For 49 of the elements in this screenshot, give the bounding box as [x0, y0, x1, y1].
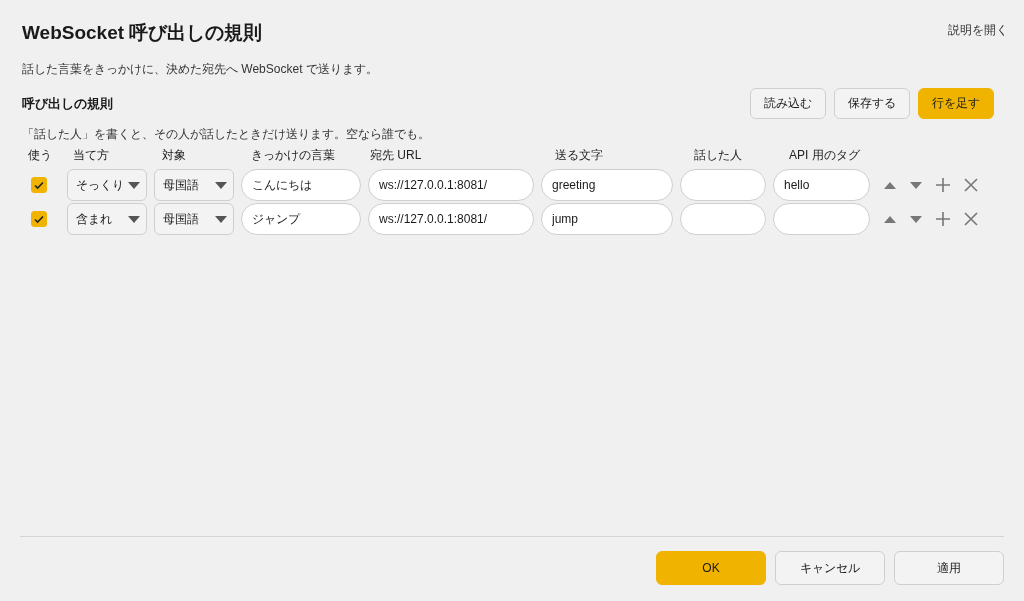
move-down-icon[interactable]	[910, 181, 922, 189]
send-text-field[interactable]: jump	[541, 203, 673, 235]
plus-icon[interactable]	[936, 212, 950, 226]
column-header: きっかけの言葉	[250, 147, 336, 164]
window-title: WebSocket 呼び出しの規則	[22, 21, 263, 45]
description-text: 話した言葉をきっかけに、決めた宛先へ WebSocket で送ります。	[22, 61, 379, 78]
target-dropdown[interactable]: 母国語	[154, 203, 234, 235]
tag-field[interactable]: hello	[773, 169, 870, 201]
trigger-field[interactable]: ジャンプ	[241, 203, 361, 235]
dialog-button[interactable]: OK	[656, 551, 766, 585]
caret-icon	[215, 215, 227, 223]
dialog-button[interactable]: キャンセル	[775, 551, 885, 585]
check-icon	[33, 179, 45, 191]
caret-icon	[215, 181, 227, 189]
toolbar-button[interactable]: 読み込む	[750, 88, 826, 119]
speaker-field[interactable]	[680, 169, 766, 201]
target-dropdown[interactable]: 母国語	[154, 169, 234, 201]
tag-field[interactable]	[773, 203, 870, 235]
column-header: 使う	[27, 147, 53, 164]
trigger-field[interactable]: こんにちは	[241, 169, 361, 201]
url-field[interactable]: ws://127.0.0.1:8081/	[368, 203, 534, 235]
help-link[interactable]: 説明を開く	[948, 22, 1008, 39]
caret-icon	[128, 215, 140, 223]
hint-text: 「話した人」を書くと、その人が話したときだけ送ります。空なら誰でも。	[22, 126, 431, 143]
toolbar-button[interactable]: 保存する	[834, 88, 910, 119]
dialog-button[interactable]: 適用	[894, 551, 1004, 585]
check-icon	[33, 213, 45, 225]
close-icon[interactable]	[964, 178, 978, 192]
column-header: 話した人	[693, 147, 743, 164]
plus-icon[interactable]	[936, 178, 950, 192]
move-up-icon[interactable]	[884, 181, 896, 189]
column-header: 送る文字	[554, 147, 604, 164]
speaker-field[interactable]	[680, 203, 766, 235]
url-field[interactable]: ws://127.0.0.1:8081/	[368, 169, 534, 201]
checkbox[interactable]	[31, 177, 47, 193]
toolbar-button[interactable]: 行を足す	[918, 88, 994, 119]
section-title: 呼び出しの規則	[22, 94, 113, 113]
column-header: 対象	[161, 147, 187, 164]
column-header: 宛先 URL	[369, 147, 423, 164]
column-header: API 用のタグ	[788, 147, 861, 164]
close-icon[interactable]	[964, 212, 978, 226]
send-text-field[interactable]: greeting	[541, 169, 673, 201]
checkbox[interactable]	[31, 211, 47, 227]
match-dropdown[interactable]: 含まれ	[67, 203, 147, 235]
match-dropdown[interactable]: そっくり	[67, 169, 147, 201]
move-down-icon[interactable]	[910, 215, 922, 223]
column-header: 当て方	[72, 147, 110, 164]
caret-icon	[128, 181, 140, 189]
move-up-icon[interactable]	[884, 215, 896, 223]
